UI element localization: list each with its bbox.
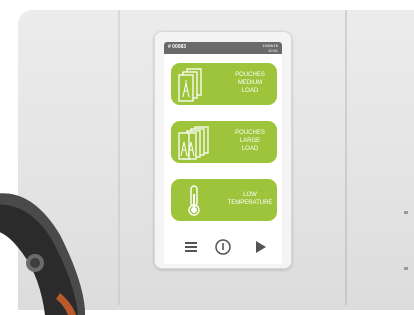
status-time: 10:51 xyxy=(267,48,278,53)
bottom-nav xyxy=(164,234,282,258)
program-pouches-large-button[interactable]: POUCHES Large Load xyxy=(171,121,277,163)
program-label: POUCHES Large Load xyxy=(235,130,265,152)
touch-screen: # 00083 10/08/16 10:51 POUCHES Medium Lo… xyxy=(164,42,282,264)
program-pouches-medium-button[interactable]: POUCHES Medium Load xyxy=(171,63,277,105)
status-datetime: 10/08/16 10:51 xyxy=(262,43,278,53)
status-bar: # 00083 10/08/16 10:51 xyxy=(164,42,282,54)
panel-seam xyxy=(118,10,120,305)
play-icon[interactable] xyxy=(252,238,270,256)
menu-icon[interactable] xyxy=(183,238,201,256)
door-handle xyxy=(0,193,85,315)
panel-marks xyxy=(404,211,408,270)
pouch-stack-icon xyxy=(178,68,202,102)
program-label: POUCHES Medium Load xyxy=(235,72,265,94)
pouch-stack-large-icon xyxy=(178,126,209,160)
panel-seam xyxy=(345,10,347,305)
device-id: # 00083 xyxy=(168,44,187,50)
program-label: LOW TEMPERATURE xyxy=(227,192,273,206)
power-icon[interactable] xyxy=(214,238,232,256)
thermometer-icon xyxy=(188,185,200,216)
program-low-temperature-button[interactable]: LOW TEMPERATURE xyxy=(171,179,277,221)
